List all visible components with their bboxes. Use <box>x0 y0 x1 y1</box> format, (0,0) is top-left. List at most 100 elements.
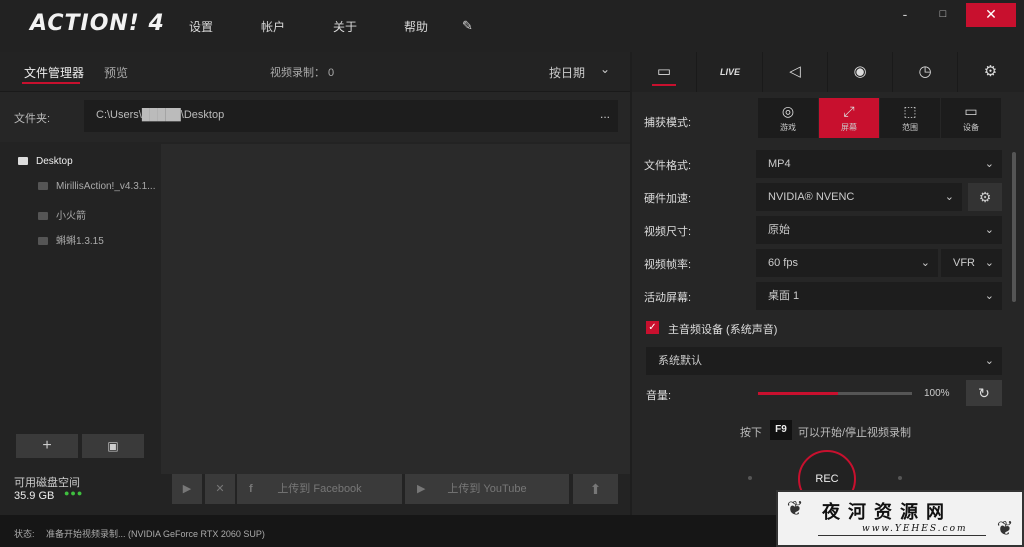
capture-device-button[interactable]: ▭ 设备 <box>941 98 1001 138</box>
tab-settings[interactable]: ⚙ <box>958 52 1023 92</box>
frame-rate-select[interactable]: 60 fps ⌄ <box>756 249 938 277</box>
tree-item-desktop[interactable]: Desktop <box>18 156 73 167</box>
menu-help[interactable]: 帮助 <box>404 18 428 35</box>
folder-row: 文件夹: C:\Users\█████\Desktop ... <box>0 92 630 142</box>
video-size-select[interactable]: 原始 ⌄ <box>756 216 1002 244</box>
sort-dropdown[interactable]: 按日期 <box>549 64 585 81</box>
file-format-select[interactable]: MP4 ⌄ <box>756 150 1002 178</box>
file-manager-header: 文件管理器 预览 视频录制： 0 按日期 ⌄ <box>0 52 630 92</box>
settings-scrollbar[interactable] <box>1012 152 1016 302</box>
chevron-down-icon: ⌄ <box>984 355 994 367</box>
active-screen-select[interactable]: 桌面 1 ⌄ <box>756 282 1002 310</box>
youtube-icon: ▶ <box>417 483 426 495</box>
watermark: ❦ 夜河资源网 www.YEHES.com ❦ <box>776 490 1024 547</box>
pen-icon[interactable]: ✎ <box>462 18 473 34</box>
file-format-label: 文件格式: <box>644 160 692 172</box>
facebook-icon: f <box>249 483 253 495</box>
frame-mode-select[interactable]: VFR ⌄ <box>941 249 1002 277</box>
upload-facebook-button[interactable]: f 上传到 Facebook <box>237 474 402 504</box>
audio-device-label: 主音频设备 (系统声音) <box>668 324 778 336</box>
hw-accel-label: 硬件加速: <box>644 193 692 205</box>
hw-accel-value: NVIDIA® NVENC <box>768 191 855 203</box>
app-logo: ACTION! 4 <box>30 11 165 36</box>
capture-game-button[interactable]: ◎ 游戏 <box>758 98 818 138</box>
folder-path: C:\Users\█████\Desktop <box>96 109 225 121</box>
reset-icon[interactable]: ↻ <box>966 380 1002 406</box>
hw-accel-settings-button[interactable]: ⚙ <box>968 183 1002 211</box>
close-button[interactable]: ✕ <box>966 3 1016 27</box>
chevron-down-icon[interactable]: ⌄ <box>600 62 610 76</box>
audio-device-value: 系统默认 <box>658 355 702 367</box>
frame-rate-value: 60 fps <box>768 257 798 269</box>
tree-item[interactable]: 小火箭 <box>38 207 86 222</box>
disk-space-value: 35.9 GB <box>14 490 55 502</box>
maximize-button[interactable]: □ <box>918 3 968 27</box>
menu-about[interactable]: 关于 <box>333 18 357 35</box>
folder-icon <box>38 182 48 191</box>
folder-icon <box>38 212 48 221</box>
menu-settings[interactable]: 设置 <box>189 18 213 35</box>
hw-accel-select[interactable]: NVIDIA® NVENC ⌄ <box>756 183 962 211</box>
folder-icon <box>18 157 28 166</box>
camera-icon: ◉ <box>853 63 867 80</box>
disk-status-indicator: ●●● <box>64 488 84 498</box>
volume-slider-fill <box>758 392 839 395</box>
audio-device-checkbox[interactable]: ✓ <box>646 321 659 334</box>
live-icon: LIVE <box>719 67 740 77</box>
settings-panel: ▭ LIVE ◁ ◉ ◷ ⚙ 捕获模式: ◎ 游戏 ⤢ 屏幕 ⬚ 范围 ▭ 设备 文件格… <box>632 52 1024 515</box>
capture-mode-label: 捕获模式: <box>644 117 692 129</box>
gear-icon: ⚙ <box>983 63 998 80</box>
hotkey-hint: 按下 F9 可以开始/停止视频录制 <box>632 420 1024 440</box>
audio-device-select[interactable]: 系统默认 ⌄ <box>646 347 1002 375</box>
chevron-down-icon: ⌄ <box>984 158 994 170</box>
capture-region-button[interactable]: ⬚ 范围 <box>880 98 940 138</box>
speaker-icon: ◁ <box>789 63 801 80</box>
gear-icon: ⚙ <box>978 189 992 205</box>
video-size-value: 原始 <box>768 224 790 236</box>
folder-label: 文件夹: <box>14 113 51 125</box>
upload-button[interactable]: ⬆ <box>573 474 618 504</box>
gamepad-icon: ◎ <box>781 103 795 119</box>
tab-audio[interactable]: ◁ <box>763 52 828 92</box>
tree-item[interactable]: MirillisAction!_v4.3.1... <box>38 181 155 192</box>
tab-preview[interactable]: 预览 <box>104 64 128 81</box>
chevron-down-icon: ⌄ <box>984 290 994 302</box>
volume-slider[interactable] <box>758 392 912 395</box>
active-screen-value: 桌面 1 <box>768 290 800 302</box>
file-list-area[interactable] <box>161 144 630 474</box>
chevron-down-icon: ⌄ <box>944 191 954 203</box>
tab-timer[interactable]: ◷ <box>893 52 958 92</box>
tree-item[interactable]: 蝌蝌1.3.15 <box>38 232 104 247</box>
tab-screenshot[interactable]: ◉ <box>828 52 893 92</box>
upload-facebook-label: 上传到 Facebook <box>277 483 362 495</box>
menu-account[interactable]: 帐户 <box>261 18 285 35</box>
folder-icon <box>38 237 48 246</box>
open-folder-button[interactable]: ▣ <box>82 434 144 458</box>
tab-video[interactable]: ▭ <box>632 52 697 92</box>
ornament-icon: ❦ <box>996 518 1014 540</box>
active-screen-label: 活动屏幕: <box>644 292 692 304</box>
video-size-label: 视频尺寸: <box>644 226 692 238</box>
folder-path-field[interactable]: C:\Users\█████\Desktop ... <box>84 100 618 132</box>
tree-item-label: MirillisAction!_v4.3.1... <box>56 181 156 192</box>
watermark-text: 夜河资源网 <box>822 502 952 523</box>
tab-live[interactable]: LIVE <box>698 52 763 92</box>
capture-game-label: 游戏 <box>780 123 796 132</box>
region-icon: ⬚ <box>903 103 917 119</box>
fullscreen-icon: ⤢ <box>843 103 855 119</box>
upload-youtube-button[interactable]: ▶ 上传到 YouTube <box>405 474 569 504</box>
browse-folder-button[interactable]: ... <box>600 107 610 121</box>
delete-button[interactable]: ✕ <box>205 474 235 504</box>
settings-tabs: ▭ LIVE ◁ ◉ ◷ ⚙ <box>632 52 1024 92</box>
capture-screen-button[interactable]: ⤢ 屏幕 <box>819 98 879 138</box>
indicator-dot <box>898 476 902 480</box>
volume-label: 音量: <box>646 390 672 402</box>
add-folder-button[interactable]: + <box>16 434 78 458</box>
tab-file-manager[interactable]: 文件管理器 <box>24 64 84 81</box>
tree-item-label: 小火箭 <box>56 211 86 222</box>
play-button[interactable]: ▶ <box>172 474 202 504</box>
hotkey-post-text: 可以开始/停止视频录制 <box>798 427 912 439</box>
file-format-value: MP4 <box>768 158 791 170</box>
capture-device-label: 设备 <box>963 123 979 132</box>
chevron-down-icon: ⌄ <box>920 257 930 269</box>
